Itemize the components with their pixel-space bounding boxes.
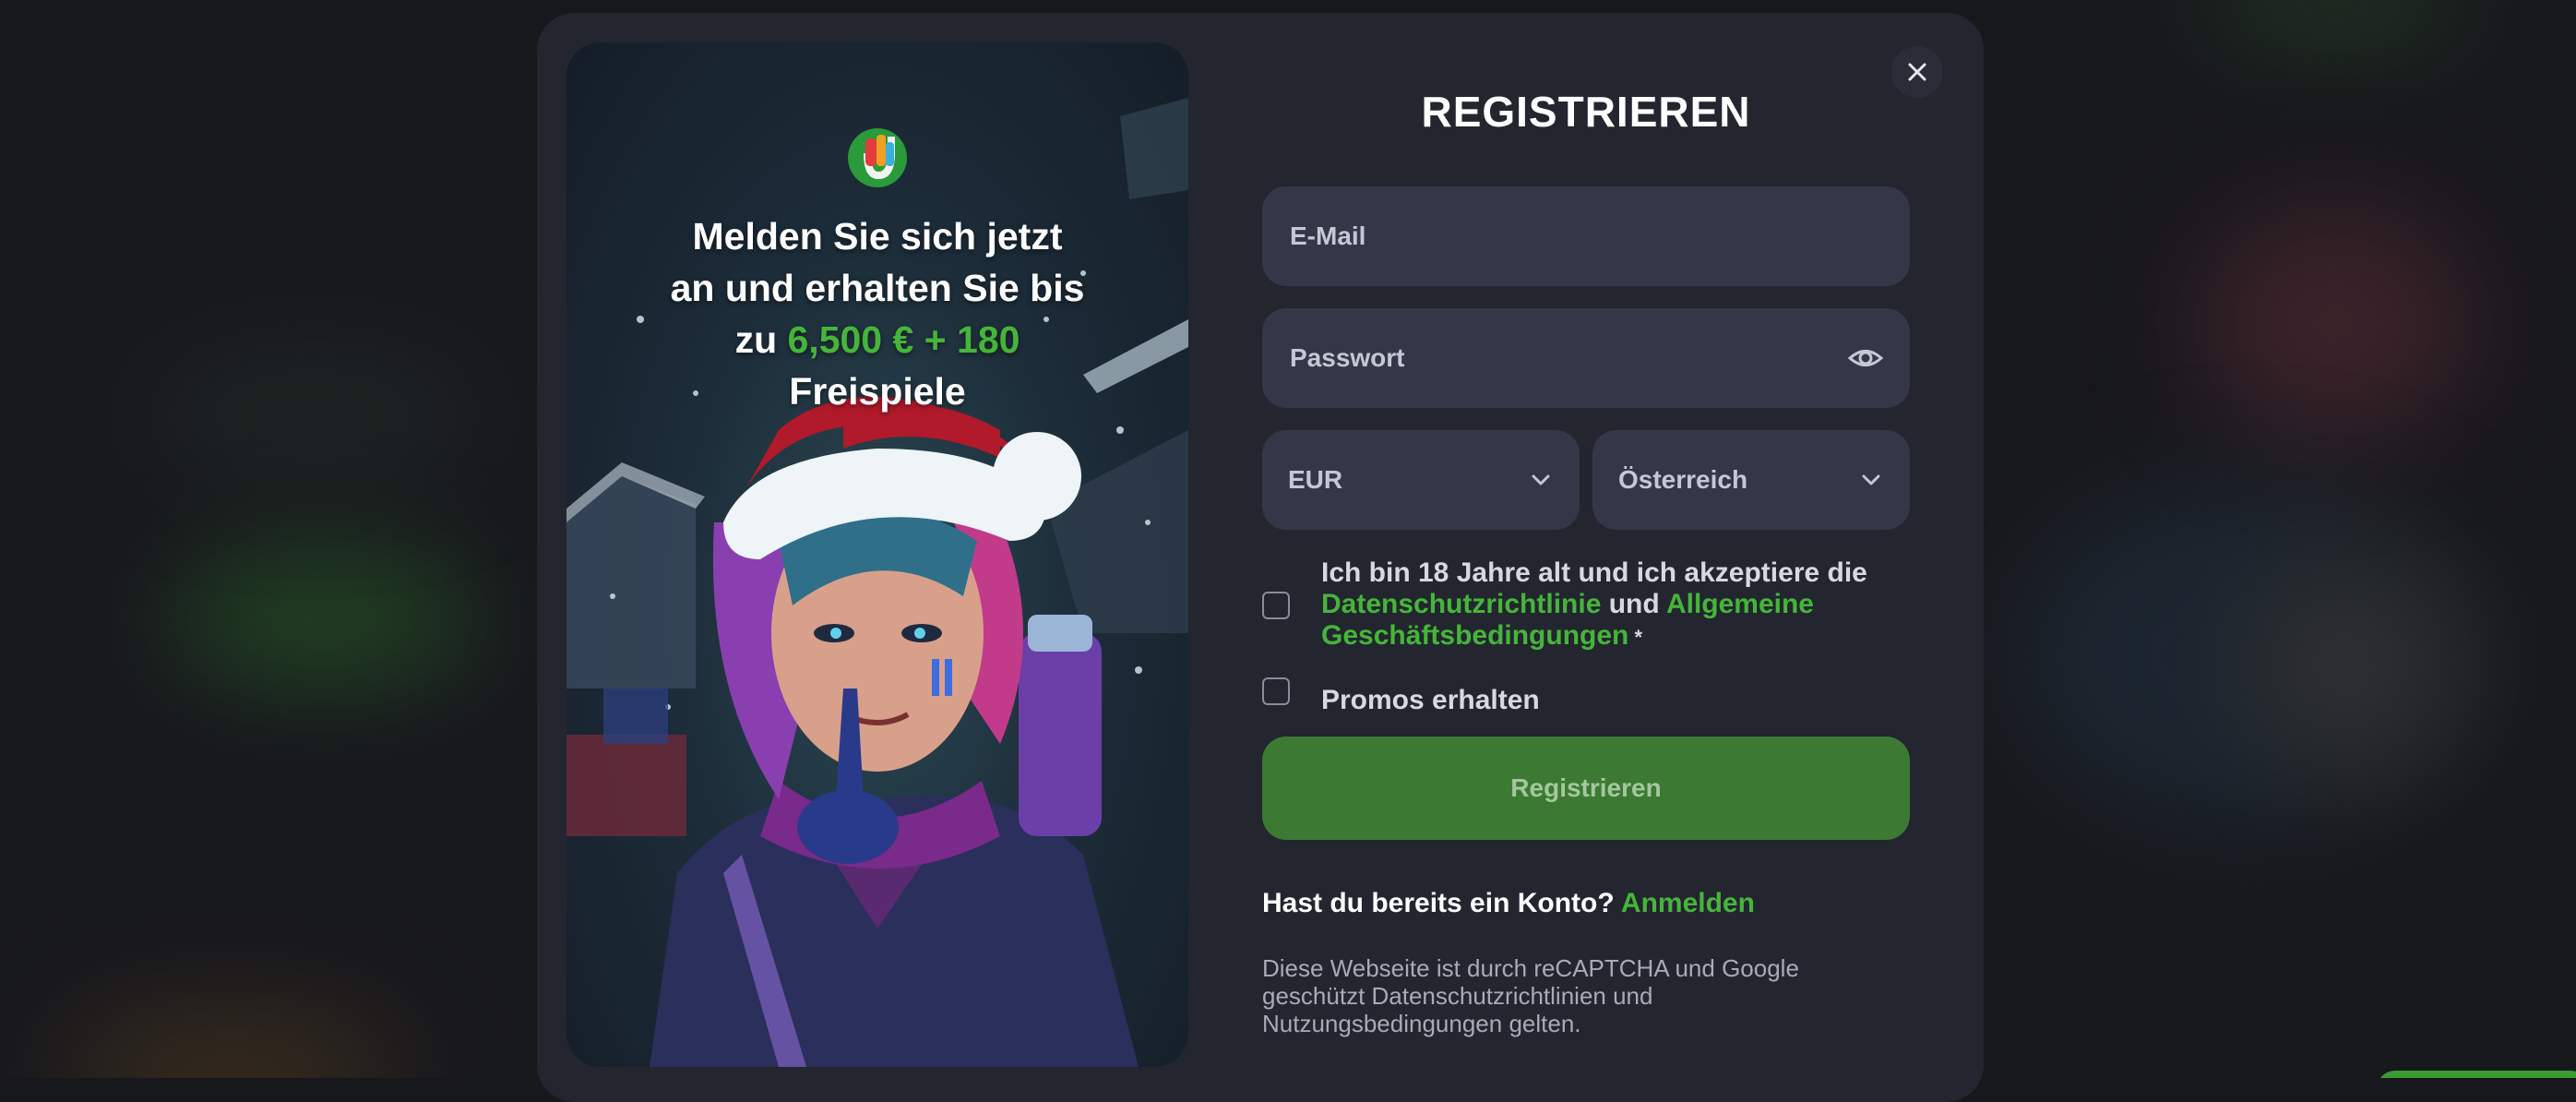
terms-consent-text: Ich bin 18 Jahre alt und ich akzeptiere …	[1321, 557, 1912, 653]
login-question: Hast du bereits ein Konto?	[1262, 888, 1621, 918]
privacy-policy-link[interactable]: Datenschutzrichtlinie	[1321, 589, 1601, 619]
currency-select[interactable]: EUR	[1262, 430, 1580, 530]
password-input[interactable]	[1288, 342, 1847, 374]
country-select[interactable]: Österreich	[1592, 430, 1910, 530]
promo-line: Freispiele	[789, 370, 966, 413]
register-button[interactable]: Registrieren	[1262, 737, 1910, 840]
promos-label: Promos erhalten	[1321, 685, 1540, 715]
background-blur-shape	[2196, 203, 2473, 443]
brand-logo-icon	[848, 128, 907, 187]
chevron-down-icon	[1862, 474, 1880, 485]
email-input[interactable]	[1288, 221, 1884, 252]
background-corner-button	[2377, 1071, 2576, 1078]
promo-headline: Melden Sie sich jetzt an und erhalten Si…	[603, 210, 1151, 417]
background-blur-shape	[2196, 0, 2473, 37]
registration-modal: Melden Sie sich jetzt an und erhalten Si…	[537, 13, 1984, 1102]
login-link[interactable]: Anmelden	[1621, 888, 1755, 918]
consent-text: Ich bin 18 Jahre alt und ich akzeptiere …	[1321, 557, 1867, 588]
terms-checkbox[interactable]	[1262, 592, 1290, 619]
promo-bonus-amount: 6,500 € + 180	[787, 318, 1020, 361]
chevron-down-icon	[1532, 474, 1550, 485]
recaptcha-notice: Diese Webseite ist durch reCAPTCHA und G…	[1262, 954, 1799, 1037]
promos-checkbox[interactable]	[1262, 677, 1290, 705]
password-field[interactable]	[1262, 308, 1910, 408]
promo-line: Melden Sie sich jetzt	[692, 215, 1063, 258]
login-prompt: Hast du bereits ein Konto? Anmelden	[1262, 888, 1755, 919]
promo-line: zu 6,500 € + 180	[603, 314, 1151, 365]
eye-icon[interactable]	[1847, 340, 1884, 377]
consent-conjunction: und	[1601, 589, 1666, 619]
promo-line: an und erhalten Sie bis	[670, 267, 1085, 309]
email-field[interactable]	[1262, 186, 1910, 286]
currency-value: EUR	[1288, 465, 1343, 494]
promo-character-illustration	[566, 98, 1188, 1067]
background-blur-shape	[55, 1015, 406, 1078]
promo-panel: Melden Sie sich jetzt an und erhalten Si…	[566, 42, 1188, 1067]
form-title: REGISTRIEREN	[1421, 88, 1751, 136]
promo-prefix: zu	[734, 318, 788, 361]
background-blur-shape	[2011, 480, 2491, 831]
background-blur-shape	[138, 351, 489, 480]
background-blur-shape	[166, 554, 480, 683]
required-mark: *	[1628, 626, 1643, 649]
country-value: Österreich	[1618, 465, 1748, 494]
